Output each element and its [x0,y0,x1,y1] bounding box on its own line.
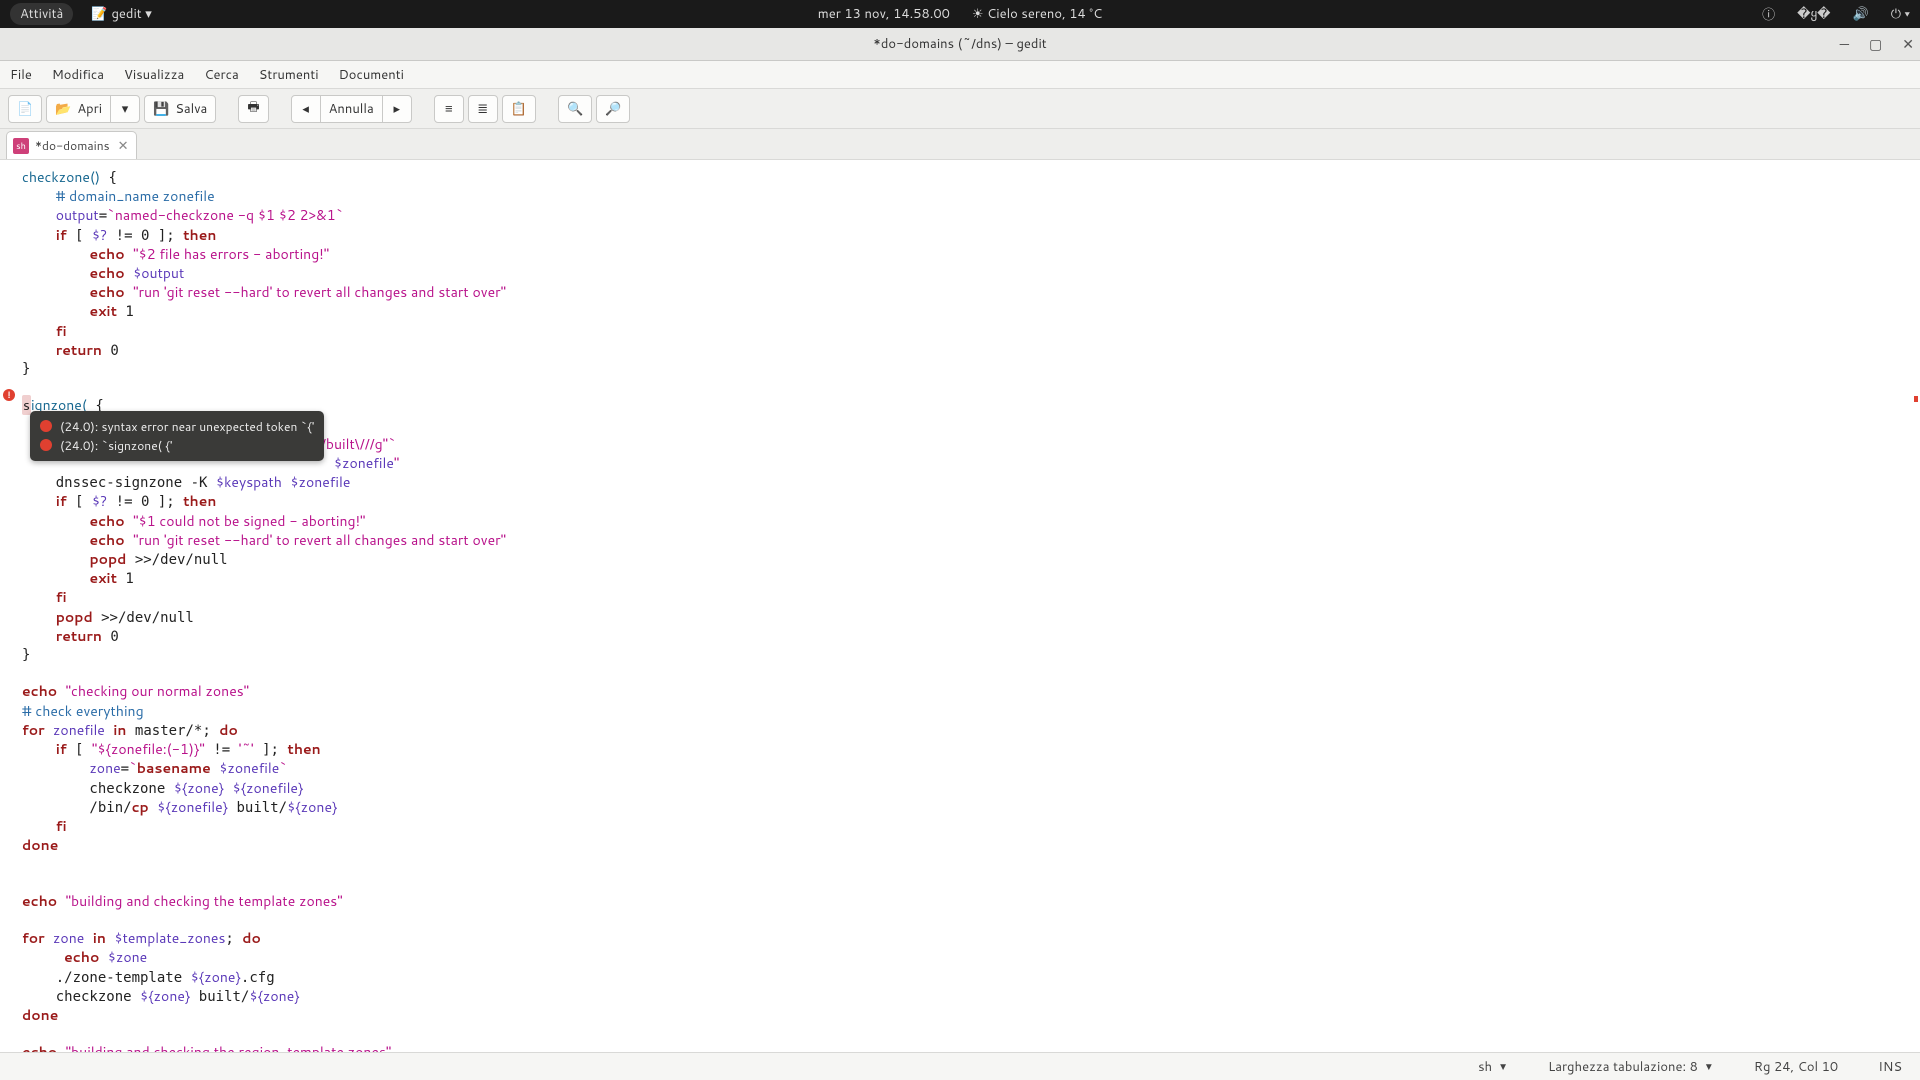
menu-item-modifica[interactable]: Modifica [42,66,114,84]
find-replace-button[interactable]: 🔎 [596,95,630,123]
menu-item-cerca[interactable]: Cerca [194,66,248,84]
document-tab-label: *do-domains [35,137,110,154]
open-button[interactable]: 📂 Apri [46,95,111,123]
save-button[interactable]: 💾 Salva [144,95,216,123]
language-selector[interactable]: sh ▼ [1478,1058,1508,1076]
insert-mode[interactable]: INS [1878,1058,1902,1076]
print-icon: 🖶 [247,98,259,120]
gnome-top-bar: Attività 📝 gedit ▾ mer 13 nov, 14.58.00 … [0,0,1920,28]
chevron-down-icon: ▼ [1498,1060,1508,1074]
print-button[interactable]: 🖶 [238,95,268,123]
window-titlebar: *do-domains (~/dns) – gedit — ▢ ✕ [0,28,1920,61]
search-icon: 🔍 [567,100,583,118]
document-type-icon: sh [13,138,29,154]
power-icon[interactable]: ⏻ ▾ [1891,5,1910,23]
gedit-icon: 📝 [91,5,107,23]
toolbar: 📄 📂 Apri ▾ 💾 Salva 🖶 ◂ Annulla ▸ ≡ ≣ 📋 🔍… [0,89,1920,129]
new-file-icon: 📄 [17,100,33,118]
open-recent-dropdown[interactable]: ▾ [110,95,140,123]
volume-icon[interactable]: 🔊 [1853,5,1869,23]
weather-icon: ☀ [972,5,984,23]
tab-width-label: Larghezza tabulazione: 8 [1548,1058,1698,1076]
clock-label[interactable]: mer 13 nov, 14.58.00 [818,5,950,23]
cursor-position: Rg 24, Col 10 [1754,1058,1838,1076]
error-message: (24.0): syntax error near unexpected tok… [60,418,314,435]
error-tooltip: (24.0): syntax error near unexpected tok… [30,411,324,461]
code-editor[interactable]: checkzone() { # domain_name zonefile out… [18,160,1920,1052]
editor-gutter: ! [0,160,18,1052]
menu-item-visualizza[interactable]: Visualizza [114,66,194,84]
menu-item-documenti[interactable]: Documenti [329,66,414,84]
scrollbar-minimap[interactable] [1914,160,1918,1052]
status-bar: sh ▼ Larghezza tabulazione: 8 ▼ Rg 24, Col… [0,1052,1920,1080]
open-icon: 📂 [55,100,71,118]
window-title: *do-domains (~/dns) – gedit [873,35,1046,53]
editor-area: ! checkzone() { # domain_name zonefile o… [0,160,1920,1052]
paste-button[interactable]: 📋 [502,95,536,123]
save-icon: 💾 [153,100,169,118]
indent-left-button[interactable]: ≡ [434,95,464,123]
search-replace-icon: 🔎 [605,100,621,118]
weather-text: Cielo sereno, 14 °C [987,5,1102,23]
tab-close-button[interactable]: ✕ [116,137,131,155]
open-label: Apri [77,100,102,118]
find-button[interactable]: 🔍 [558,95,592,123]
undo-prev-button[interactable]: ◂ [291,95,321,123]
redo-button[interactable]: ▸ [382,95,412,123]
app-menu[interactable]: 📝 gedit ▾ [91,5,152,23]
undo-button[interactable]: Annulla [320,95,383,123]
app-menu-label: gedit ▾ [111,5,151,23]
window-minimize-button[interactable]: — [1840,37,1849,51]
new-document-button[interactable]: 📄 [8,95,42,123]
weather-label[interactable]: ☀ Cielo sereno, 14 °C [972,5,1102,23]
accessibility-icon[interactable]: ⓘ [1762,4,1775,24]
document-tab[interactable]: sh *do-domains ✕ [6,131,137,159]
error-dot-icon [40,439,52,451]
save-label: Salva [175,100,207,118]
window-close-button[interactable]: ✕ [1902,37,1914,51]
indent-right-button[interactable]: ≣ [468,95,498,123]
menu-item-strumenti[interactable]: Strumenti [249,66,329,84]
error-message: (24.0): `signzone( {' [60,437,172,454]
document-tabs: sh *do-domains ✕ [0,129,1920,160]
network-icon[interactable]: �ყ� [1797,5,1830,23]
activities-button[interactable]: Attività [10,3,73,25]
menu-bar: FileModificaVisualizzaCercaStrumentiDocu… [0,61,1920,89]
menu-item-file[interactable]: File [0,66,42,84]
error-dot-icon [40,420,52,432]
error-marker[interactable]: ! [3,389,15,401]
language-label: sh [1478,1058,1492,1076]
tab-width-selector[interactable]: Larghezza tabulazione: 8 ▼ [1548,1058,1714,1076]
window-maximize-button[interactable]: ▢ [1869,37,1882,51]
chevron-down-icon: ▼ [1704,1060,1714,1074]
